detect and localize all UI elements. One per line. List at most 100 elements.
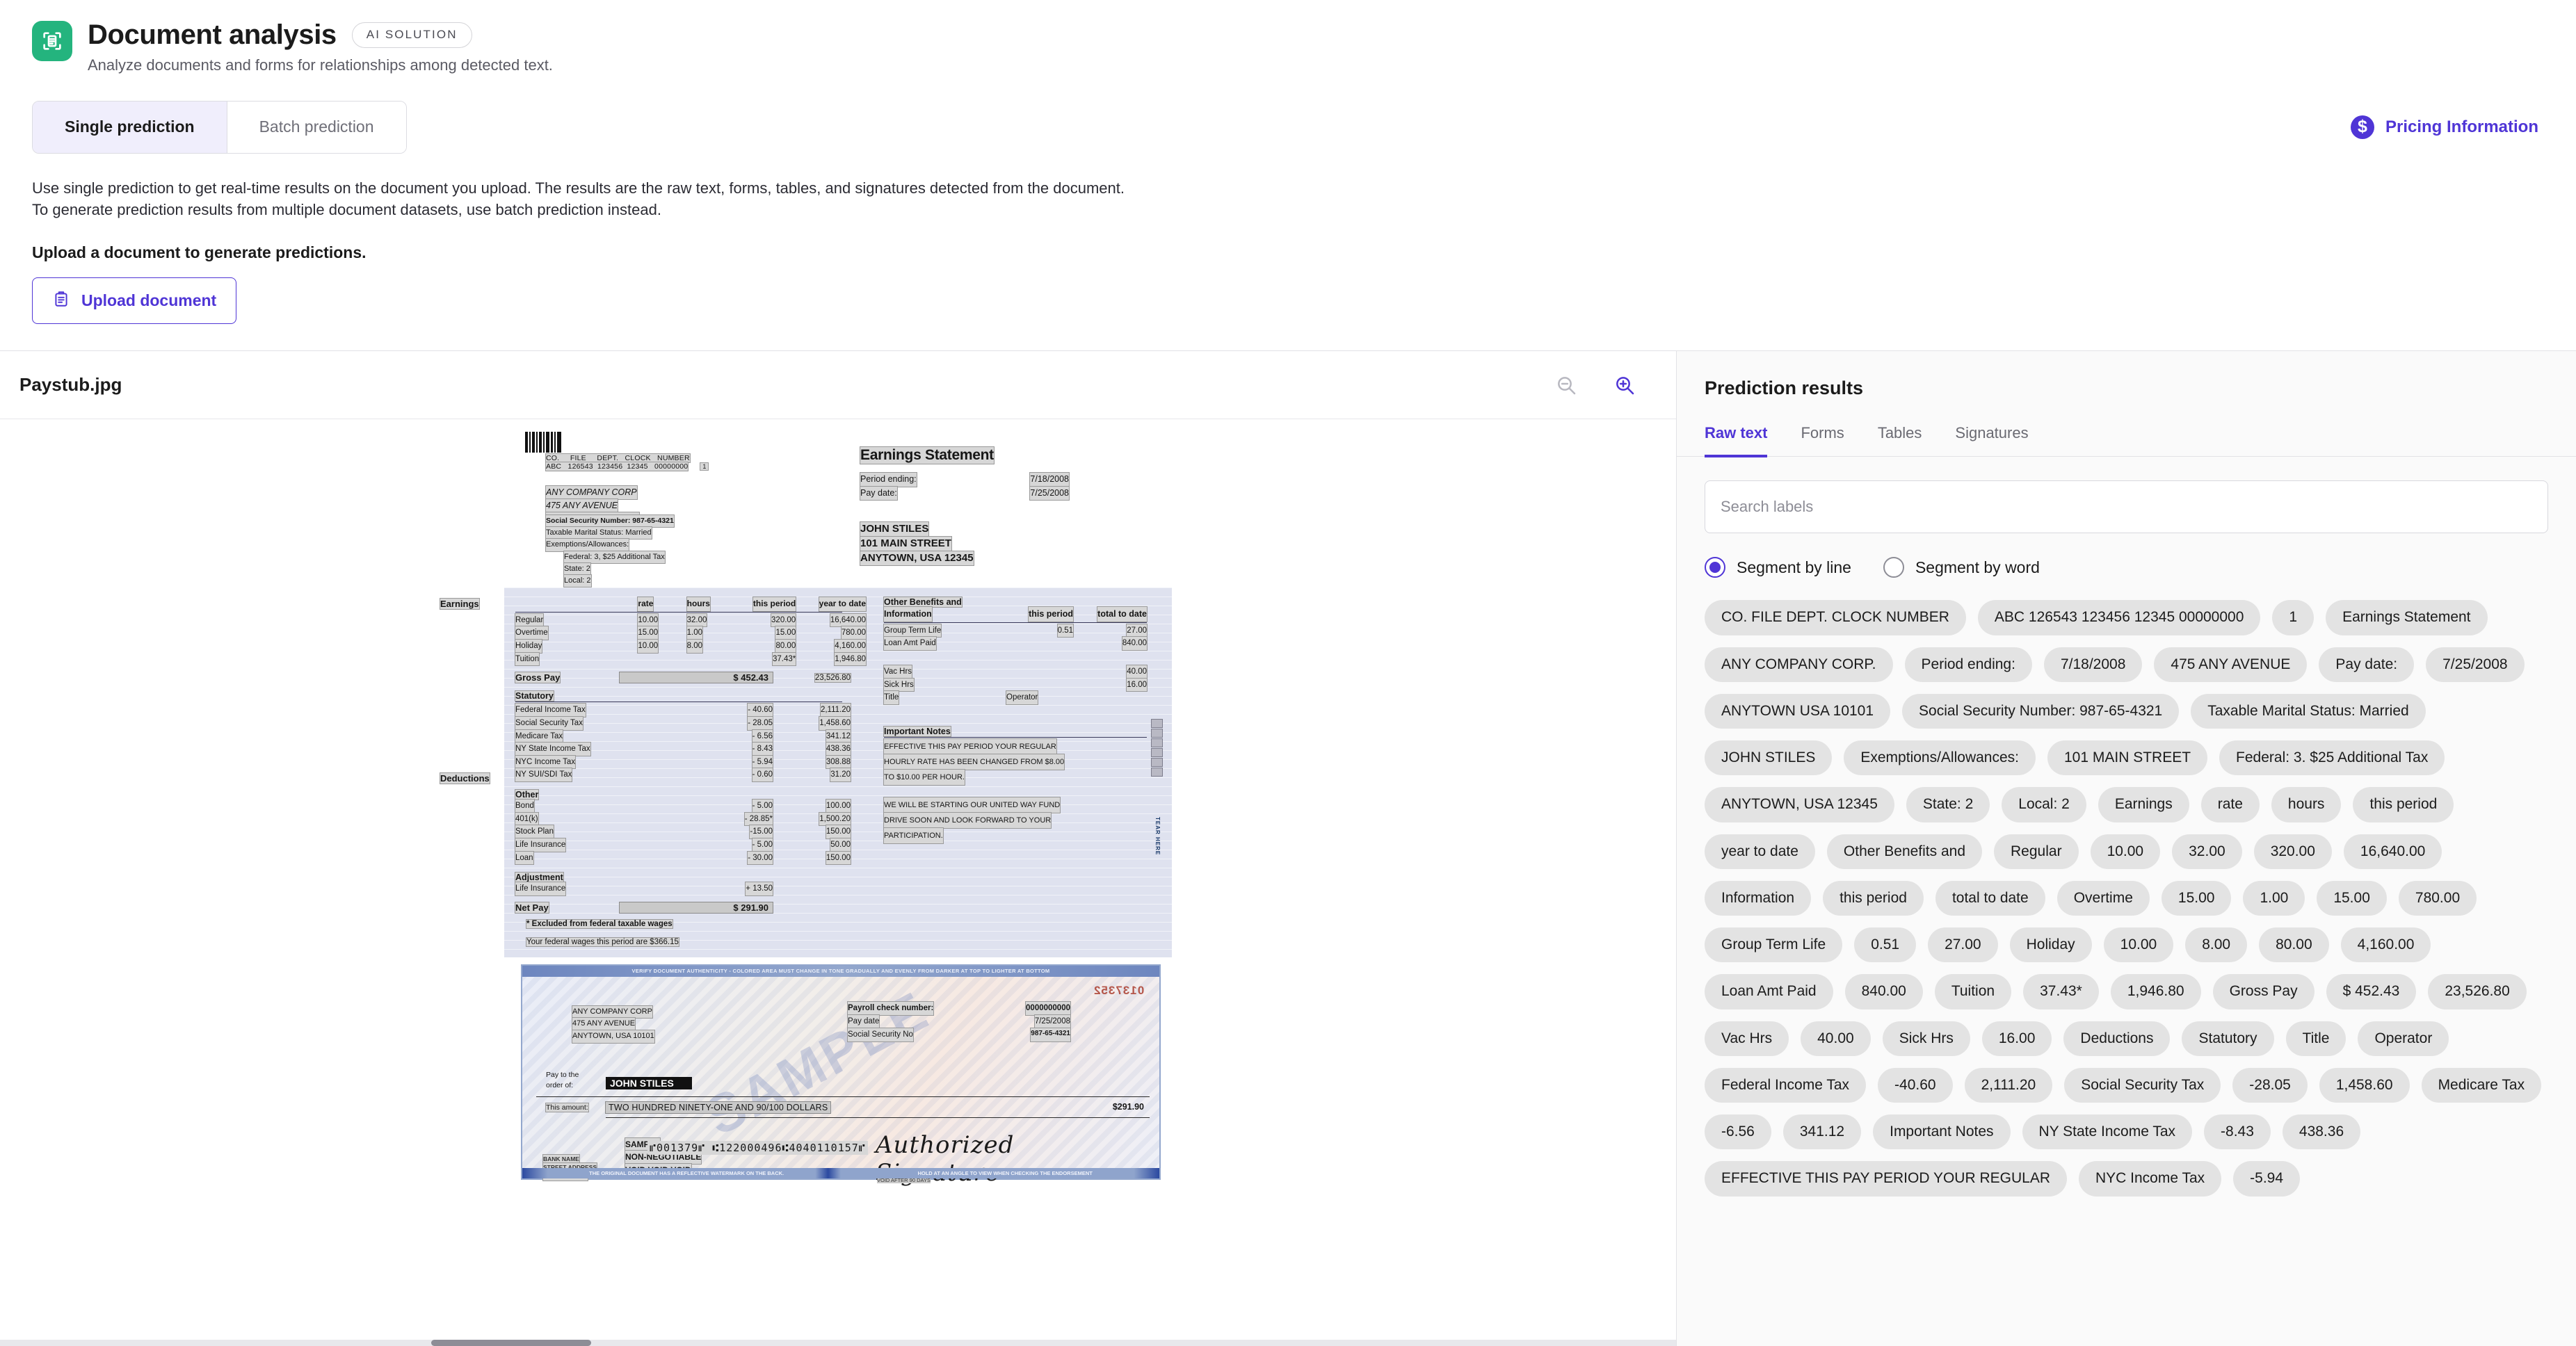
label-chip[interactable]: Social Security Number: 987-65-4321 [1902,693,2180,729]
label-chip[interactable]: -28.05 [2232,1067,2308,1103]
viewer-canvas[interactable]: CO. FILE DEPT. CLOCK NUMBER ABC 126543 1… [0,419,1676,1346]
label-chip[interactable]: CO. FILE DEPT. CLOCK NUMBER [1705,600,1966,635]
label-chip[interactable]: 1,458.60 [2319,1067,2410,1103]
label-chip[interactable]: Loan Amt Paid [1705,974,1833,1010]
horizontal-scrollbar[interactable] [0,1340,1676,1346]
radio-segment-by-line-label: Segment by line [1737,558,1851,576]
label-chip[interactable]: Holiday [2009,927,2092,963]
label-chip[interactable]: Group Term Life [1705,927,1843,963]
label-chip[interactable]: Overtime [2056,880,2150,916]
label-chip[interactable]: 101 MAIN STREET [2047,740,2208,776]
paystub-earnings-header: Earnings Statement Period ending: 7/18/20… [860,446,1070,501]
label-chip[interactable]: 320.00 [2253,834,2332,869]
label-chip[interactable]: Sick Hrs [1882,1021,1970,1056]
search-labels-input[interactable] [1705,480,2548,534]
label-chip[interactable]: JOHN STILES [1705,740,1833,776]
label-chip[interactable]: Regular [1994,834,2079,869]
label-chip[interactable]: 27.00 [1928,927,1998,963]
tab-tables[interactable]: Tables [1861,417,1939,456]
label-chip[interactable]: -5.94 [2233,1161,2301,1197]
label-chip[interactable]: 16,640.00 [2343,834,2442,869]
label-chip[interactable]: 840.00 [1844,974,1923,1010]
tab-raw-text[interactable]: Raw text [1705,417,1784,457]
label-chip[interactable]: 40.00 [1801,1021,1871,1056]
radio-segment-by-line[interactable]: Segment by line [1705,557,1851,578]
label-chip[interactable]: 15.00 [2161,880,2232,916]
label-chip[interactable]: this period [2353,787,2454,822]
label-chip[interactable]: 7/25/2008 [2426,647,2525,682]
label-chip[interactable]: Pay date: [2319,647,2415,682]
label-chip[interactable]: 10.00 [2090,834,2161,869]
label-chip[interactable]: 0.51 [1854,927,1917,963]
label-chip[interactable]: 2,111.20 [1964,1067,2053,1103]
label-chip[interactable]: -8.43 [2204,1114,2271,1150]
label-chip[interactable]: -40.60 [1878,1067,1953,1103]
label-chip[interactable]: 16.00 [1981,1021,2052,1056]
label-chip[interactable]: Information [1705,880,1812,916]
label-chip[interactable]: Operator [2358,1021,2449,1056]
upload-document-button[interactable]: Upload document [32,277,237,325]
label-chip[interactable]: EFFECTIVE THIS PAY PERIOD YOUR REGULAR [1705,1161,2067,1197]
label-chip[interactable]: Other Benefits and [1826,834,1983,869]
label-chip[interactable]: Earnings [2098,787,2189,822]
zoom-out-icon[interactable] [1551,370,1581,400]
label-chip[interactable]: Local: 2 [2002,787,2086,822]
label-chip[interactable]: 1 [2272,600,2315,635]
label-chip[interactable]: 1.00 [2243,880,2305,916]
label-chip[interactable]: ABC 126543 123456 12345 00000000 [1977,600,2261,635]
label-chip[interactable]: 80.00 [2259,927,2329,963]
label-chip[interactable]: Vac Hrs [1705,1021,1789,1056]
label-chip[interactable]: Earnings Statement [2326,600,2488,635]
label-chip[interactable]: 438.36 [2282,1114,2361,1150]
label-chip[interactable]: Gross Pay [2212,974,2315,1010]
label-chip[interactable]: Deductions [2063,1021,2171,1056]
pricing-information-link[interactable]: $ Pricing Information [2350,115,2544,139]
label-chip[interactable]: ANYTOWN USA 10101 [1705,693,1891,729]
zoom-in-icon[interactable] [1609,370,1640,400]
label-chip[interactable]: total to date [1935,880,2045,916]
label-chip[interactable]: Title [2285,1021,2346,1056]
label-chip[interactable]: 15.00 [2317,880,2387,916]
label-chip[interactable]: 10.00 [2103,927,2174,963]
label-chip[interactable]: Tuition [1934,974,2012,1010]
label-chip[interactable]: Period ending: [1904,647,2032,682]
label-chip[interactable]: Taxable Marital Status: Married [2191,693,2426,729]
check-bottom-right: HOLD AT AN ANGLE TO VIEW WHEN CHECKING T… [917,1169,1093,1176]
tab-forms[interactable]: Forms [1784,417,1860,456]
head-hours: hours [686,597,711,612]
label-chip[interactable]: NYC Income Tax [2079,1161,2222,1197]
label-chip[interactable]: year to date [1705,834,1815,869]
label-chip[interactable]: State: 2 [1906,787,1990,822]
label-chip[interactable]: ANYTOWN, USA 12345 [1705,787,1894,822]
page-subtitle: Analyze documents and forms for relation… [88,56,553,74]
label-chip[interactable]: this period [1823,880,1924,916]
label-chip[interactable]: 780.00 [2398,880,2477,916]
label-chip[interactable]: rate [2200,787,2260,822]
label-chip[interactable]: 23,526.80 [2428,974,2527,1010]
label-chip[interactable]: Exemptions/Allowances: [1844,740,2036,776]
label-chip[interactable]: NY State Income Tax [2022,1114,2193,1150]
label-chip[interactable]: 8.00 [2185,927,2248,963]
label-chip[interactable]: 4,160.00 [2340,927,2431,963]
tab-batch-prediction[interactable]: Batch prediction [227,101,406,153]
radio-segment-by-word[interactable]: Segment by word [1883,557,2040,578]
label-chip[interactable]: 1,946.80 [2110,974,2201,1010]
tab-single-prediction[interactable]: Single prediction [33,101,227,153]
scrollbar-thumb[interactable] [431,1340,591,1346]
label-chip[interactable]: Important Notes [1873,1114,2011,1150]
label-chip[interactable]: 37.43* [2023,974,2099,1010]
label-chip[interactable]: 7/18/2008 [2043,647,2143,682]
label-chip[interactable]: Statutory [2182,1021,2274,1056]
label-chip[interactable]: Medicare Tax [2421,1067,2542,1103]
label-chip[interactable]: Social Security Tax [2064,1067,2221,1103]
label-chip[interactable]: hours [2271,787,2342,822]
label-chip[interactable]: Federal Income Tax [1705,1067,1867,1103]
label-chip[interactable]: 32.00 [2172,834,2242,869]
label-chip[interactable]: Federal: 3. $25 Additional Tax [2219,740,2445,776]
label-chip[interactable]: 475 ANY AVENUE [2154,647,2308,682]
label-chip[interactable]: $ 452.43 [2326,974,2417,1010]
label-chip[interactable]: -6.56 [1705,1114,1771,1150]
label-chip[interactable]: ANY COMPANY CORP. [1705,647,1893,682]
label-chip[interactable]: 341.12 [1782,1114,1862,1150]
tab-signatures[interactable]: Signatures [1938,417,2045,456]
